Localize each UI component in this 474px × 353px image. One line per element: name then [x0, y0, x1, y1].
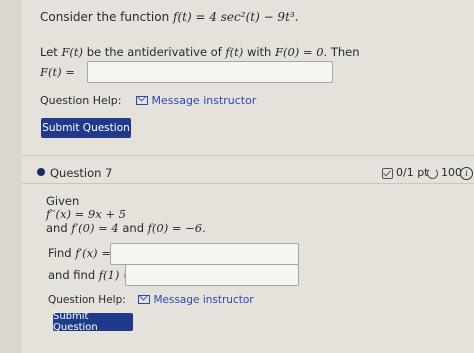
q7-given-expr: f′′(x) = 9x + 5 — [46, 207, 126, 221]
mail-icon — [138, 294, 151, 304]
q7-help-label: Question Help: — [48, 294, 126, 306]
q6-message-instructor-link[interactable]: Message instructor — [136, 94, 256, 107]
q7-score-text: 0/1 pt — [396, 166, 429, 179]
q7-cond-and-2: and — [122, 221, 145, 235]
q7-find1-label: Find f′(x) = — [48, 246, 111, 260]
q7-submit-label: Submit Question — [53, 311, 98, 333]
q7-value-input[interactable] — [125, 264, 299, 286]
q6-submit-button[interactable]: Submit Question — [41, 118, 131, 138]
q6-antiderivative-statement: Let F(t) be the antiderivative of f(t) w… — [40, 45, 360, 59]
q6-answer-input[interactable] — [87, 61, 333, 83]
q6-math-f: f(t) — [225, 45, 244, 59]
question-status-dot — [37, 168, 45, 176]
q7-find2-text: and find — [48, 268, 96, 282]
q6-function-expr: f(t) = 4 sec²(t) − 9t³. — [173, 10, 299, 24]
q7-find1-expr: f′(x) = — [75, 246, 111, 260]
q7-submit-button[interactable]: Submit Question — [53, 311, 133, 333]
q6-message-link-text: Message instructor — [151, 94, 257, 107]
section-divider-bottom — [22, 183, 474, 184]
q7-cond-expr-2: f(0) = −6. — [147, 221, 206, 235]
q7-cond-expr-1: f′(0) = 4 — [71, 221, 119, 235]
score-check-icon — [382, 167, 393, 179]
q6-help-row: Question Help: Message instructor — [40, 94, 256, 107]
q6-intro-text: Consider the function — [40, 10, 170, 24]
q7-derivative-input[interactable] — [110, 243, 299, 265]
q7-conditions: and f′(0) = 4 and f(0) = −6. — [46, 221, 206, 235]
q7-find1-text: Find — [48, 246, 72, 260]
q6-text-with: with — [246, 45, 272, 59]
q6-intro: Consider the function f(t) = 4 sec²(t) −… — [40, 10, 299, 24]
retry-icon — [427, 167, 438, 179]
q6-text-let: Let — [40, 45, 58, 59]
q7-help-row: Question Help: Message instructor — [48, 294, 254, 306]
q7-message-instructor-link[interactable]: Message instructor — [138, 294, 254, 306]
q6-answer-label: F(t) = — [40, 65, 75, 79]
q6-text-then: Then — [330, 45, 360, 59]
q7-find2-label: and find f(1) = — [48, 268, 133, 282]
q7-title: Question 7 — [50, 166, 113, 180]
q6-text-antideriv: be the antiderivative of — [86, 45, 222, 59]
mail-icon — [136, 95, 149, 105]
q7-cond-and-1: and — [46, 221, 68, 235]
q7-retries: 100 — [427, 166, 462, 179]
q7-given-label: Given — [46, 194, 80, 208]
info-icon[interactable]: i — [460, 167, 473, 180]
q6-math-cond: F(0) = 0. — [275, 45, 328, 59]
q7-retries-text: 100 — [441, 166, 462, 179]
q6-help-label: Question Help: — [40, 94, 122, 107]
q7-score: 0/1 pt — [382, 166, 429, 179]
q6-submit-label: Submit Question — [42, 122, 130, 134]
q6-math-F: F(t) — [61, 45, 84, 59]
q7-message-link-text: Message instructor — [153, 294, 254, 306]
section-divider-top — [22, 155, 474, 156]
